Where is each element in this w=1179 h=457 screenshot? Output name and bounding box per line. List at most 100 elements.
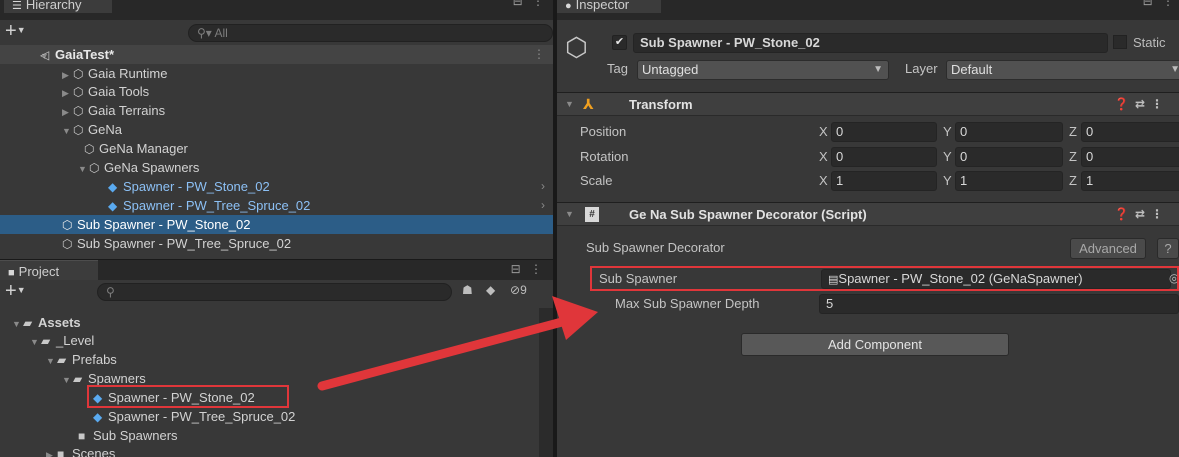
component-menu-icons[interactable]: ❓⇄⋮ <box>1114 93 1169 116</box>
hidden-packages-icon[interactable]: ⊘9 <box>510 283 527 297</box>
rotation-y-field[interactable]: 0 <box>955 147 1063 167</box>
object-name-field[interactable]: Sub Spawner - PW_Stone_02 <box>633 33 1108 53</box>
project-item-prefabs[interactable]: ▼ ▰ Prefabs <box>0 350 553 369</box>
folder-icon: ■ <box>8 267 15 279</box>
hierarchy-panel: ☰ Hierarchy ⊟ ⋮ +▼ ⚲▾ All ▼◁ GaiaTest* ⋮ ▶… <box>0 0 553 259</box>
dropdown-arrow-icon: ▼ <box>1170 64 1179 75</box>
help-button[interactable]: ? <box>1157 238 1179 259</box>
project-item-scenes[interactable]: ▶ ■ Scenes <box>0 444 553 457</box>
panel-menu-icon[interactable]: ⊟ ⋮ <box>511 262 545 276</box>
create-button[interactable]: +▼ <box>5 281 26 304</box>
hidden-count: 9 <box>520 283 527 297</box>
tag-dropdown[interactable]: Untagged ▼ <box>637 60 889 80</box>
hierarchy-item-label: Sub Spawner - PW_Tree_Spruce_02 <box>77 236 292 251</box>
hierarchy-item-gena-manager[interactable]: ⬡ GeNa Manager <box>0 139 553 158</box>
scale-x-field[interactable]: 1 <box>831 171 937 191</box>
project-item-spawner-tree[interactable]: ◆ Spawner - PW_Tree_Spruce_02 <box>0 407 553 426</box>
transform-icon: ⅄ <box>583 96 594 112</box>
max-depth-field[interactable]: 5 <box>819 294 1179 314</box>
tab-project-label: Project <box>18 264 60 279</box>
static-checkbox[interactable] <box>1113 35 1127 49</box>
axis-y-label: Y <box>943 149 952 164</box>
advanced-button[interactable]: Advanced <box>1070 238 1146 259</box>
search-icon: ⚲ <box>106 285 115 299</box>
transform-header[interactable]: ▼ ⅄ Transform ❓⇄⋮ <box>557 92 1179 116</box>
tab-project[interactable]: ■ Project <box>0 260 98 280</box>
dropdown-arrow-icon: ▼ <box>873 64 883 75</box>
position-z-field[interactable]: 0 <box>1081 122 1179 142</box>
gameobject-icon: ⬡ <box>565 32 588 62</box>
scale-y-field[interactable]: 1 <box>955 171 1063 191</box>
hierarchy-item-label: Spawner - PW_Stone_02 <box>123 179 270 194</box>
prefab-icon: ◆ <box>108 180 118 194</box>
filter-label-icon[interactable]: ◆ <box>486 283 495 297</box>
hierarchy-item-sub-spawner-stone[interactable]: ⬡ Sub Spawner - PW_Stone_02 <box>0 215 553 234</box>
fold-arrow-icon[interactable]: ▶ <box>46 446 57 457</box>
panel-menu-icon[interactable]: ⊟ ⋮ <box>1143 0 1177 8</box>
project-scrollbar[interactable] <box>539 308 553 457</box>
project-item-label: Prefabs <box>72 352 117 367</box>
project-toolbar: +▼ ⚲ ☗ ◆ ⊘9 <box>0 280 553 304</box>
hierarchy-item-gena[interactable]: ▼ ⬡ GeNa <box>0 120 553 139</box>
fold-arrow-icon[interactable]: ▼ <box>565 203 574 226</box>
filter-type-icon[interactable]: ☗ <box>462 283 473 297</box>
project-item-sub-spawners[interactable]: ■ Sub Spawners <box>0 426 553 445</box>
tag-label: Tag <box>607 61 628 76</box>
unity-scene-icon: ◁ <box>40 48 50 62</box>
layer-value: Default <box>951 62 993 77</box>
chevron-right-icon[interactable]: › <box>541 196 545 215</box>
folder-open-icon: ▰ <box>57 353 67 367</box>
hierarchy-item-gaia-runtime[interactable]: ▶ ⬡ Gaia Runtime <box>0 64 553 83</box>
project-item-assets[interactable]: ▼ ▰ Assets <box>0 313 553 332</box>
chevron-right-icon[interactable]: › <box>541 177 545 196</box>
hierarchy-item-label: GeNa Manager <box>99 141 188 156</box>
layer-dropdown[interactable]: Default ▼ <box>946 60 1179 80</box>
component-menu-icons[interactable]: ❓⇄⋮ <box>1114 203 1169 226</box>
position-label: Position <box>580 124 627 139</box>
layer-label: Layer <box>905 61 938 76</box>
hierarchy-item-label: Gaia Runtime <box>88 66 168 81</box>
hierarchy-item-gaia-tools[interactable]: ▶ ⬡ Gaia Tools <box>0 82 553 101</box>
project-item-label: Spawners <box>88 371 146 386</box>
gameobject-icon: ⬡ <box>62 218 73 232</box>
rotation-z-field[interactable]: 0 <box>1081 147 1179 167</box>
scene-row[interactable]: ▼◁ GaiaTest* ⋮ <box>0 45 553 64</box>
project-item-level[interactable]: ▼ ▰ _Level <box>0 331 553 350</box>
tab-inspector[interactable]: ● Inspector <box>557 0 661 13</box>
create-button[interactable]: +▼ <box>5 21 26 44</box>
active-checkbox[interactable]: ✔ <box>612 35 627 50</box>
rotation-x-field[interactable]: 0 <box>831 147 937 167</box>
axis-x-label: X <box>819 149 828 164</box>
hierarchy-item-spawner-tree[interactable]: ◆ Spawner - PW_Tree_Spruce_02 › <box>0 196 553 215</box>
position-x-field[interactable]: 0 <box>831 122 937 142</box>
position-y-field[interactable]: 0 <box>955 122 1063 142</box>
panel-menu-icon[interactable]: ⊟ ⋮ <box>513 0 547 8</box>
folder-open-icon: ▰ <box>73 372 83 386</box>
max-depth-label: Max Sub Spawner Depth <box>615 296 760 311</box>
help-label: ? <box>1164 241 1172 256</box>
list-icon: ☰ <box>12 0 22 12</box>
script-icon: # <box>585 207 599 222</box>
project-search-input[interactable]: ⚲ <box>97 283 452 301</box>
gameobject-icon: ⬡ <box>62 237 73 251</box>
hierarchy-item-label: Spawner - PW_Tree_Spruce_02 <box>123 198 311 213</box>
hierarchy-search-input[interactable]: ⚲▾ All <box>188 24 553 42</box>
script-component-header[interactable]: ▼ # Ge Na Sub Spawner Decorator (Script)… <box>557 202 1179 226</box>
tab-hierarchy[interactable]: ☰ Hierarchy <box>4 0 112 13</box>
hierarchy-item-gena-spawners[interactable]: ▼ ⬡ GeNa Spawners <box>0 158 553 177</box>
project-item-label: _Level <box>56 333 95 348</box>
hierarchy-item-sub-spawner-tree[interactable]: ⬡ Sub Spawner - PW_Tree_Spruce_02 <box>0 234 553 253</box>
hierarchy-item-label: Sub Spawner - PW_Stone_02 <box>77 217 251 232</box>
search-placeholder: All <box>214 26 228 40</box>
fold-arrow-icon[interactable]: ▼ <box>565 93 574 116</box>
script-title: Ge Na Sub Spawner Decorator (Script) <box>629 207 867 222</box>
info-icon: ● <box>565 0 572 12</box>
tag-value: Untagged <box>642 62 699 77</box>
hierarchy-item-spawner-stone[interactable]: ◆ Spawner - PW_Stone_02 › <box>0 177 553 196</box>
scene-menu-icon[interactable]: ⋮ <box>533 45 545 64</box>
project-item-label: Spawner - PW_Tree_Spruce_02 <box>108 409 296 424</box>
rotation-label: Rotation <box>580 149 629 164</box>
hierarchy-item-gaia-terrains[interactable]: ▶ ⬡ Gaia Terrains <box>0 101 553 120</box>
add-component-button[interactable]: Add Component <box>741 333 1009 356</box>
scale-z-field[interactable]: 1 <box>1081 171 1179 191</box>
